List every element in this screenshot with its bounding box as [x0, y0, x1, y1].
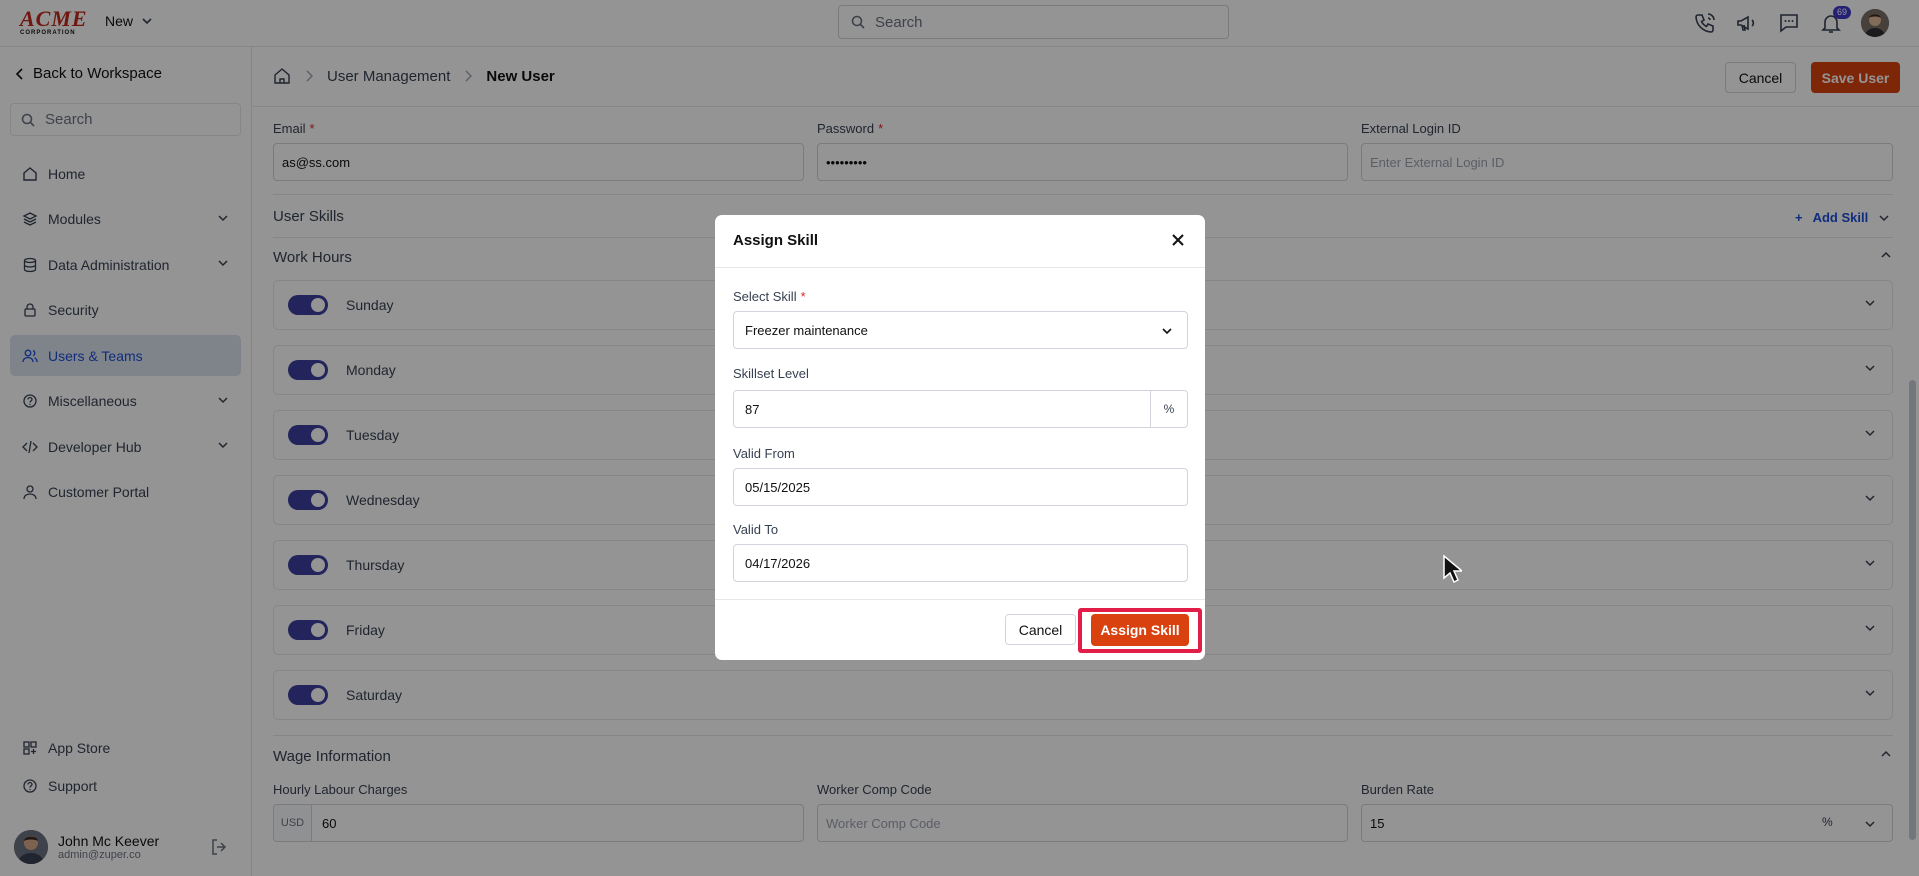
- mouse-cursor-icon: [1443, 554, 1462, 584]
- skillset-level-value: 87: [745, 401, 760, 417]
- select-skill-dropdown[interactable]: Freezer maintenance: [733, 311, 1188, 349]
- modal-cancel-button[interactable]: Cancel: [1005, 614, 1076, 645]
- divider: [715, 599, 1205, 600]
- assign-skill-modal: Assign Skill Select Skill * Freezer maint…: [715, 215, 1205, 660]
- selected-skill-value: Freezer maintenance: [745, 322, 868, 338]
- skillset-level-label: Skillset Level: [733, 366, 809, 381]
- select-skill-label-text: Select Skill: [733, 289, 797, 304]
- percent-icon: %: [1150, 391, 1187, 427]
- skillset-level-field[interactable]: 87 %: [733, 390, 1188, 428]
- valid-from-field[interactable]: 05/15/2025: [733, 468, 1188, 506]
- select-skill-label: Select Skill *: [733, 289, 806, 304]
- valid-to-field[interactable]: 04/17/2026: [733, 544, 1188, 582]
- divider: [715, 267, 1205, 268]
- valid-from-label: Valid From: [733, 446, 795, 461]
- close-icon[interactable]: [1169, 231, 1187, 249]
- chevron-down-icon: [1162, 328, 1172, 335]
- modal-title: Assign Skill: [733, 232, 819, 249]
- valid-to-label: Valid To: [733, 522, 779, 537]
- assign-skill-button[interactable]: Assign Skill: [1091, 614, 1189, 646]
